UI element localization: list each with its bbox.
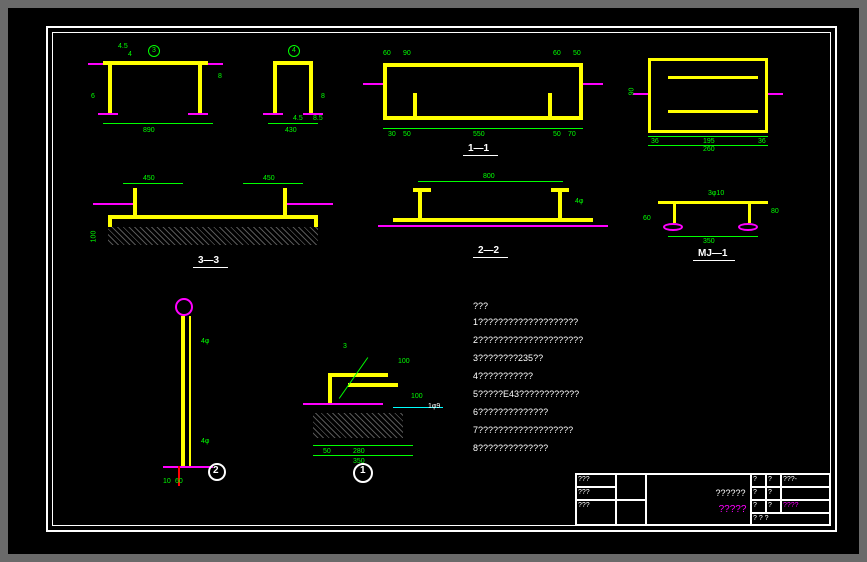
dim-100b: 100 (398, 358, 410, 365)
tb-rr1c2: ? (766, 474, 781, 487)
detail-3-group: 3 890 4.5 4 8 6 (88, 63, 253, 143)
tb-rr1c3: ???- (781, 474, 831, 487)
drawing-frame-inner: 3 890 4.5 4 8 6 4 430 (52, 32, 831, 526)
dim-350: 350 (703, 238, 715, 245)
dim-60: 60 (553, 50, 561, 57)
section-1-1-group: 30 50 550 50 70 90 60 60 50 1—1 (363, 58, 603, 153)
note-7: 7??????????????????? (473, 425, 573, 435)
note-6: 6?????????????? (473, 407, 548, 417)
dim-4: 4 (128, 51, 132, 58)
detail-1-group: 3 100 100 1φ9 50 280 350 1 (283, 343, 453, 483)
bubble-2-text: 2 (213, 465, 219, 476)
dim-430: 430 (285, 127, 297, 134)
tb-rr2c1: ? (751, 487, 766, 500)
dim-50c: 50 (323, 448, 331, 455)
top-right-box-group: 90 36 195 36 260 (633, 58, 783, 158)
dim-3: 3 (343, 343, 347, 350)
dim-70b: 70 (568, 131, 576, 138)
dim-195: 195 (703, 138, 715, 145)
canvas[interactable]: 3 890 4.5 4 8 6 4 430 (8, 8, 859, 554)
dim-260: 260 (703, 146, 715, 153)
detail-2-group: 4φ 4φ 10 60 2 (153, 298, 233, 493)
bubble-3-text: 3 (152, 47, 156, 54)
bubble-1-text: 1 (360, 465, 366, 476)
dim-10: 10 (163, 478, 171, 485)
dim-4pb: 4φ (201, 438, 209, 445)
dim-8b: 8 (321, 93, 325, 100)
dim-36b: 36 (758, 138, 766, 145)
note-5: 5?????E43???????????? (473, 389, 579, 399)
tb-rr3c2: ? (766, 500, 781, 513)
drawing-frame-outer: 3 890 4.5 4 8 6 4 430 (46, 26, 837, 532)
tb-r3c1: ??? (576, 500, 616, 526)
dim-85: 8.5 (313, 115, 323, 122)
tb-mid2 (616, 500, 646, 526)
dim-45a: 4.5 (118, 43, 128, 50)
tb-rr1c1: ? (751, 474, 766, 487)
dim-30: 50 (403, 131, 411, 138)
notes-group: ??? 1???????????????????? 2?????????????… (473, 301, 773, 471)
dim-450a: 450 (143, 175, 155, 182)
bubble-4-text: 4 (292, 47, 296, 54)
label-3-3: 3—3 (198, 255, 219, 266)
dim-280: 280 (353, 448, 365, 455)
dim-6: 6 (91, 93, 95, 100)
dim-50: 50 (573, 50, 581, 57)
label-mj1: MJ—1 (698, 248, 727, 259)
dim-3phi10: 3φ10 (708, 190, 724, 197)
notes-title: ??? (473, 301, 488, 311)
dim-36a: 36 (651, 138, 659, 145)
dim-70: 30 (388, 131, 396, 138)
tb-rr3c3: ???? (781, 500, 831, 513)
dim-100c: 100 (411, 393, 423, 400)
dim-80: 60 (643, 215, 651, 222)
note-4: 4??????????? (473, 371, 533, 381)
dim-800: 800 (483, 173, 495, 180)
dim-45b: 4.5 (293, 115, 303, 122)
label-1-1: 1—1 (468, 143, 489, 154)
note-8: 8?????????????? (473, 443, 548, 453)
dim-4phi: 4φ (575, 198, 583, 205)
tb-mid1 (616, 474, 646, 500)
dim-550: 550 (473, 131, 485, 138)
dim-v90: 90 (628, 88, 635, 96)
tb-rr2c2: ? (766, 487, 781, 500)
tb-center: ?????? ????? (646, 474, 751, 526)
dim-450b: 450 (263, 175, 275, 182)
dim-50b: 50 (553, 131, 561, 138)
dim-100v: 100 (90, 231, 97, 243)
tb-r1c1: ??? (576, 474, 616, 487)
dim-890: 890 (143, 127, 155, 134)
tb-rr4: ? ? ? (751, 513, 831, 526)
mj-1-group: 3φ10 60 80 350 MJ—1 (643, 193, 783, 263)
dim-8: 8 (218, 73, 222, 80)
note-3: 3????????235?? (473, 353, 543, 363)
dim-4p: 4φ (201, 338, 209, 345)
section-2-2-group: 800 4φ 2—2 (383, 183, 603, 273)
tb-rr3c1: ? (751, 500, 766, 513)
dim-80b: 80 (771, 208, 779, 215)
tb-rr2c3 (781, 487, 831, 500)
label-2-2: 2—2 (478, 245, 499, 256)
section-3-3-group: 450 450 100 3—3 (93, 183, 333, 273)
titleblock: ??? ??? ??? ?????? ????? ? ? ???- ? ? ? … (575, 473, 830, 525)
note-2: 2????????????????????? (473, 335, 583, 345)
arrow-label: 1φ9 (428, 403, 440, 410)
note-1: 1???????????????????? (473, 317, 578, 327)
dim-90: 90 (403, 50, 411, 57)
detail-4-group: 4 430 4.5 8.5 8 (263, 63, 333, 143)
dim-60c: 60 (175, 478, 183, 485)
dim-60b: 60 (383, 50, 391, 57)
tb-r2c1: ??? (576, 487, 616, 500)
